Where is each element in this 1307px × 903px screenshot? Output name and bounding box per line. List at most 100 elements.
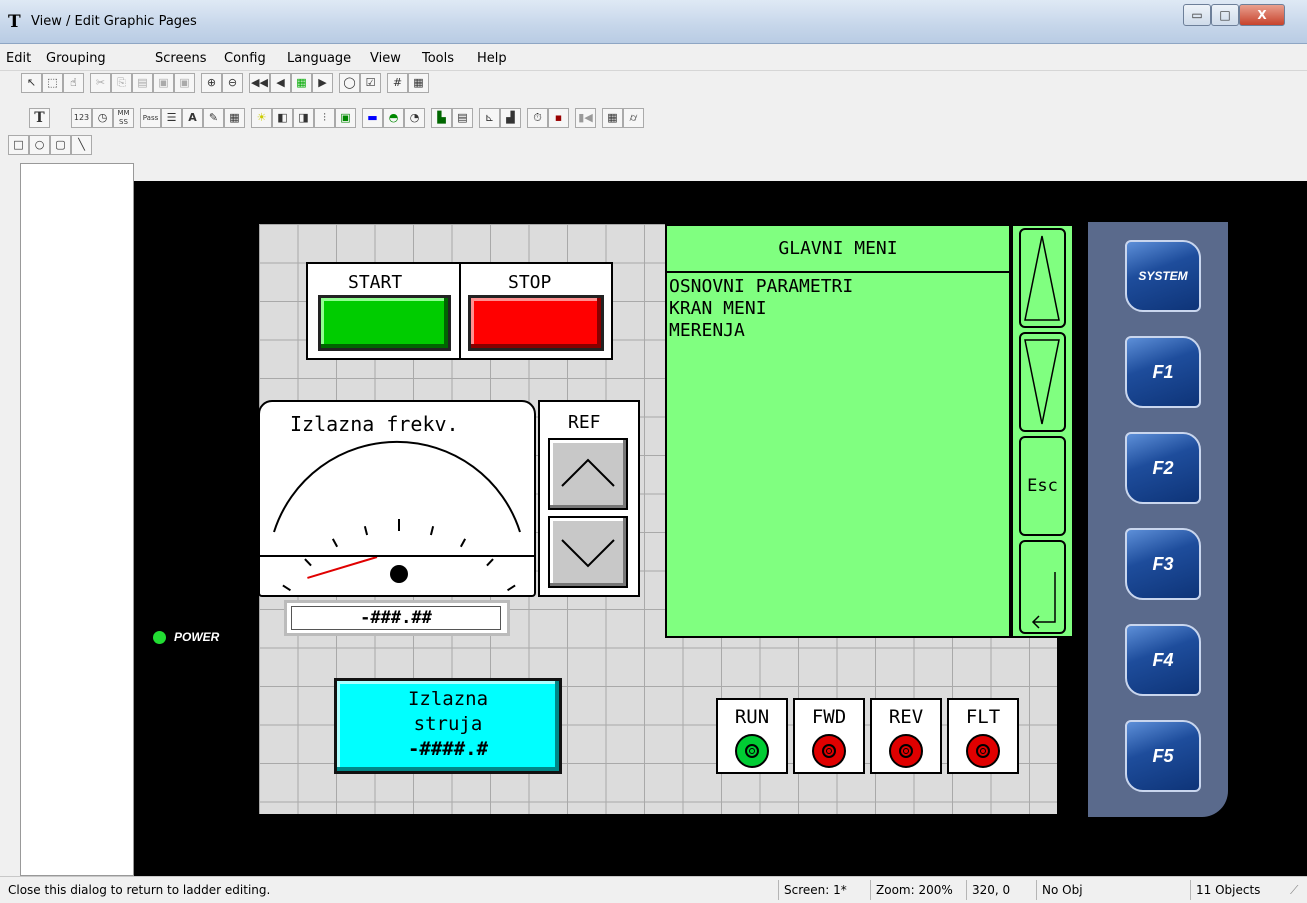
status-zoom: Zoom: 200% <box>876 883 953 897</box>
menu-tools[interactable]: Tools <box>422 51 454 66</box>
check-icon[interactable]: ☑ <box>360 73 381 93</box>
list-icon[interactable]: ☰ <box>161 108 182 128</box>
ellipse-icon[interactable]: ○ <box>29 135 50 155</box>
table-icon[interactable]: ▦ <box>224 108 245 128</box>
switch-icon[interactable]: ◧ <box>272 108 293 128</box>
timer-icon[interactable]: ⏱ <box>527 108 548 128</box>
menu-down-button[interactable] <box>1019 332 1066 432</box>
zoom-out-icon[interactable]: ⊖ <box>222 73 243 93</box>
menu-grouping[interactable]: Grouping <box>46 51 106 66</box>
menu-item-kran[interactable]: KRAN MENI <box>669 298 767 320</box>
minimize-button[interactable]: ▭ <box>1183 4 1211 26</box>
menu-edit[interactable]: Edit <box>6 51 31 66</box>
toolbar-row-2: T 123 ◷ MM SS Pass ☰ A ✎ ▦ ☀ ◧ ◨ ⫶ ▣ ▬ ◓… <box>21 107 901 131</box>
edit-icon[interactable]: ✎ <box>203 108 224 128</box>
gauge-tick <box>304 558 312 567</box>
esc-button[interactable]: Esc <box>1019 436 1066 536</box>
indicator-fwd: FWD <box>793 698 865 774</box>
enter-button[interactable] <box>1019 540 1066 634</box>
save-icon[interactable]: ▪ <box>548 108 569 128</box>
next-page-icon[interactable]: ▶ <box>312 73 333 93</box>
video-icon[interactable]: ▮◀ <box>575 108 596 128</box>
panel-top-margin <box>134 163 1307 181</box>
hand-icon[interactable]: ☝ <box>63 73 84 93</box>
mm-ss-icon[interactable]: MM SS <box>113 108 134 128</box>
zoom-in-icon[interactable]: ⊕ <box>201 73 222 93</box>
ref-down-button[interactable] <box>548 516 628 588</box>
menu-item-osnovni[interactable]: OSNOVNI PARAMETRI <box>669 276 853 298</box>
bar-icon[interactable]: ▬ <box>362 108 383 128</box>
f4-key[interactable]: F4 <box>1125 624 1201 696</box>
copy-icon[interactable]: ⎘ <box>111 73 132 93</box>
gauge-needle <box>307 556 378 579</box>
select-rect-icon[interactable]: ⬚ <box>42 73 63 93</box>
folder-icon[interactable]: ▤ <box>452 108 473 128</box>
rectangle-icon[interactable]: □ <box>8 135 29 155</box>
grid-fine-icon[interactable]: ▦ <box>408 73 429 93</box>
menu-language[interactable]: Language <box>287 51 351 66</box>
resize-grip-icon[interactable]: ⟋ <box>1290 883 1298 898</box>
speech-icon[interactable]: ◯ <box>339 73 360 93</box>
menu-up-button[interactable] <box>1019 228 1066 328</box>
dome-icon[interactable]: ◓ <box>383 108 404 128</box>
power-led-icon <box>153 631 166 644</box>
arrow-pointer-icon[interactable]: ↖ <box>21 73 42 93</box>
line-icon[interactable]: ╲ <box>71 135 92 155</box>
system-key[interactable]: SYSTEM <box>1125 240 1201 312</box>
cylinder-icon[interactable]: ⌭ <box>623 108 644 128</box>
first-page-icon[interactable]: ◀◀ <box>249 73 270 93</box>
text-tool-icon[interactable]: T <box>29 108 50 128</box>
numeric-123-icon[interactable]: 123 <box>71 108 92 128</box>
close-button[interactable]: X <box>1239 4 1285 26</box>
screen-grid-icon[interactable]: ▦ <box>291 73 312 93</box>
cut-icon[interactable]: ✂ <box>90 73 111 93</box>
bitmap-icon[interactable]: ▣ <box>335 108 356 128</box>
menu-screens[interactable]: Screens <box>155 51 206 66</box>
picture-icon[interactable]: ▙ <box>431 108 452 128</box>
output-current-display[interactable]: Izlazna struja -####.# <box>334 678 562 774</box>
table-grid-icon[interactable]: ▦ <box>602 108 623 128</box>
prev-page-icon[interactable]: ◀ <box>270 73 291 93</box>
maximize-button[interactable]: □ <box>1211 4 1239 26</box>
toolbar-row-1: ↖ ⬚ ☝ ✂ ⎘ ▤ ▣ ▣ ⊕ ⊖ ◀◀ ◀ ▦ ▶ ◯ ☑ # ▦ <box>21 72 621 96</box>
send-back-icon[interactable]: ▣ <box>174 73 195 93</box>
chart-icon[interactable]: ▟ <box>500 108 521 128</box>
f2-key[interactable]: F2 <box>1125 432 1201 504</box>
main-menu-list[interactable]: GLAVNI MENI OSNOVNI PARAMETRI KRAN MENI … <box>665 224 1011 638</box>
menu-title: GLAVNI MENI <box>778 238 898 259</box>
title-bar: T View / Edit Graphic Pages ▭ □ X <box>0 0 1307 44</box>
password-icon[interactable]: Pass <box>140 108 161 128</box>
f3-key[interactable]: F3 <box>1125 528 1201 600</box>
chevron-up-icon <box>561 458 615 487</box>
ref-up-button[interactable] <box>548 438 628 510</box>
gauge-pivot <box>390 565 408 583</box>
trend-icon[interactable]: ⊾ <box>479 108 500 128</box>
rounded-rect-icon[interactable]: ▢ <box>50 135 71 155</box>
menu-help[interactable]: Help <box>477 51 507 66</box>
text-font-icon[interactable]: A <box>182 108 203 128</box>
multi-switch-icon[interactable]: ◨ <box>293 108 314 128</box>
status-count: 11 Objects <box>1196 883 1261 897</box>
indicator-flt-label: FLT <box>965 706 1001 728</box>
menu-config[interactable]: Config <box>224 51 266 66</box>
clock-icon[interactable]: ◷ <box>92 108 113 128</box>
frequency-display: -###.## <box>284 600 510 636</box>
stop-button[interactable] <box>468 295 604 351</box>
gauge-icon[interactable]: ◔ <box>404 108 425 128</box>
indicator-run: RUN <box>716 698 788 774</box>
bring-front-icon[interactable]: ▣ <box>153 73 174 93</box>
f5-key[interactable]: F5 <box>1125 720 1201 792</box>
slider-icon[interactable]: ⫶ <box>314 108 335 128</box>
paste-icon[interactable]: ▤ <box>132 73 153 93</box>
menu-view[interactable]: View <box>370 51 401 66</box>
frequency-gauge[interactable]: Izlazna frekv. <box>258 400 536 597</box>
menu-title-divider <box>667 271 1009 273</box>
f1-key[interactable]: F1 <box>1125 336 1201 408</box>
triangle-down-icon <box>1024 339 1060 425</box>
grid-icon[interactable]: # <box>387 73 408 93</box>
screen-list-pane[interactable] <box>20 163 134 876</box>
lightbulb-icon[interactable]: ☀ <box>251 108 272 128</box>
start-button[interactable] <box>318 295 451 351</box>
menu-item-merenja[interactable]: MERENJA <box>669 320 745 342</box>
triangle-up-icon <box>1024 235 1060 321</box>
